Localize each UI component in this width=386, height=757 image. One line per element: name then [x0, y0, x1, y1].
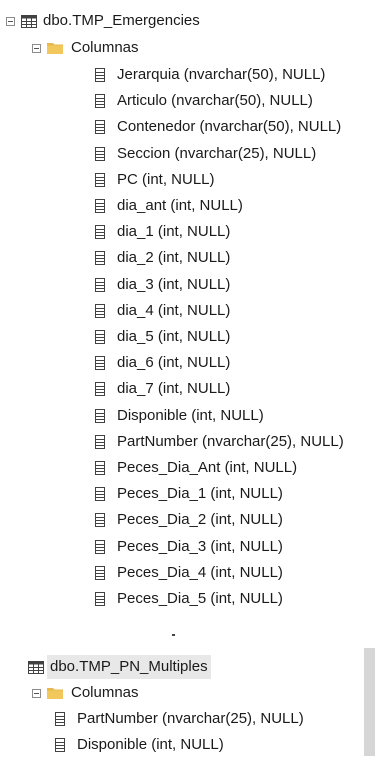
column-icon	[95, 146, 105, 161]
column-node[interactable]: Peces_Dia_3 (int, NULL)	[95, 535, 283, 559]
divider-mark	[172, 634, 175, 636]
column-label: Peces_Dia_Ant (int, NULL)	[117, 459, 298, 476]
column-label: PartNumber (nvarchar(25), NULL)	[77, 710, 304, 727]
column-node[interactable]: dia_7 (int, NULL)	[95, 377, 230, 401]
column-label: Peces_Dia_1 (int, NULL)	[117, 485, 283, 503]
column-icon	[55, 738, 65, 753]
column-node[interactable]: Articulo (nvarchar(50), NULL)	[95, 89, 313, 113]
column-node[interactable]: Contenedor (nvarchar(50), NULL)	[95, 115, 341, 139]
column-label: PartNumber (nvarchar(25), NULL)	[117, 432, 344, 450]
scrollbar[interactable]	[364, 648, 375, 756]
column-node[interactable]: PartNumber (nvarchar(25), NULL)	[95, 430, 344, 454]
column-icon	[95, 68, 105, 82]
column-icon	[95, 94, 105, 109]
column-icon	[95, 513, 105, 528]
column-icon	[95, 120, 105, 135]
folder-node-columns[interactable]: Columnas	[32, 681, 139, 705]
column-label: dia_6 (int, NULL)	[117, 354, 231, 372]
column-icon	[95, 539, 105, 554]
column-label: Peces_Dia_5 (int, NULL)	[117, 590, 283, 607]
column-label: dia_ant (int, NULL)	[117, 197, 243, 214]
column-node[interactable]: dia_1 (int, NULL)	[95, 220, 230, 244]
column-label: Peces_Dia_4 (int, NULL)	[117, 563, 283, 581]
column-node[interactable]: dia_2 (int, NULL)	[95, 246, 230, 270]
column-node[interactable]: Peces_Dia_5 (int, NULL)	[95, 587, 283, 611]
column-label: dia_5 (int, NULL)	[117, 328, 231, 345]
folder-icon	[47, 688, 63, 699]
folder-label: Columnas	[71, 39, 139, 56]
column-node[interactable]: dia_ant (int, NULL)	[95, 194, 243, 218]
column-node[interactable]: Disponible (int, NULL)	[55, 733, 224, 757]
folder-node-columns[interactable]: Columnas	[32, 36, 139, 60]
column-label: dia_4 (int, NULL)	[117, 301, 231, 319]
column-label: dia_3 (int, NULL)	[117, 275, 231, 293]
column-icon	[95, 277, 105, 292]
column-icon	[95, 356, 105, 371]
column-icon	[95, 172, 105, 187]
column-icon	[95, 225, 105, 240]
column-icon	[95, 303, 105, 318]
column-icon	[95, 487, 105, 502]
column-node[interactable]: PC (int, NULL)	[95, 168, 215, 192]
column-label: PC (int, NULL)	[117, 170, 215, 188]
column-icon	[95, 382, 105, 397]
column-node[interactable]: Peces_Dia_Ant (int, NULL)	[95, 456, 297, 480]
column-label: dia_2 (int, NULL)	[117, 249, 231, 267]
column-node[interactable]: dia_6 (int, NULL)	[95, 351, 230, 375]
column-icon	[55, 712, 65, 726]
column-label: dia_7 (int, NULL)	[117, 380, 231, 398]
folder-icon	[47, 43, 63, 54]
collapse-icon[interactable]	[32, 43, 41, 53]
table-name: dbo.TMP_PN_Multiples	[47, 655, 211, 679]
column-icon	[95, 461, 105, 475]
table-name: dbo.TMP_Emergencies	[43, 12, 200, 29]
column-icon	[95, 199, 105, 213]
column-label: Contenedor (nvarchar(50), NULL)	[117, 118, 342, 136]
column-icon	[95, 251, 105, 266]
column-node[interactable]: Peces_Dia_2 (int, NULL)	[95, 508, 283, 532]
column-node[interactable]: dia_5 (int, NULL)	[95, 325, 230, 349]
column-label: Seccion (nvarchar(25), NULL)	[117, 144, 317, 162]
column-node[interactable]: dia_4 (int, NULL)	[95, 299, 230, 323]
column-node[interactable]: Peces_Dia_4 (int, NULL)	[95, 561, 283, 585]
column-label: Disponible (int, NULL)	[77, 736, 224, 754]
column-icon	[95, 434, 105, 449]
column-label: Peces_Dia_2 (int, NULL)	[117, 511, 283, 529]
column-node[interactable]: Seccion (nvarchar(25), NULL)	[95, 142, 316, 166]
table-icon	[21, 14, 37, 28]
column-icon	[95, 408, 105, 423]
table-node-tmp-emergencies[interactable]: dbo.TMP_Emergencies	[6, 9, 200, 33]
column-node[interactable]: PartNumber (nvarchar(25), NULL)	[55, 707, 304, 731]
column-node[interactable]: Peces_Dia_1 (int, NULL)	[95, 482, 283, 506]
table-icon	[28, 660, 44, 674]
folder-label: Columnas	[71, 684, 139, 701]
column-label: Articulo (nvarchar(50), NULL)	[117, 92, 313, 110]
column-label: Disponible (int, NULL)	[117, 406, 264, 424]
column-label: Jerarquia (nvarchar(50), NULL)	[117, 66, 326, 83]
table-node-tmp-pn-multiples[interactable]: dbo.TMP_PN_Multiples	[28, 655, 211, 679]
column-icon	[95, 330, 105, 344]
column-node[interactable]: Jerarquia (nvarchar(50), NULL)	[95, 63, 325, 87]
column-node[interactable]: dia_3 (int, NULL)	[95, 273, 230, 297]
collapse-icon[interactable]	[32, 688, 41, 698]
column-icon	[95, 565, 105, 580]
column-label: dia_1 (int, NULL)	[117, 223, 231, 241]
column-label: Peces_Dia_3 (int, NULL)	[117, 537, 283, 555]
column-node[interactable]: Disponible (int, NULL)	[95, 404, 264, 428]
collapse-icon[interactable]	[6, 16, 15, 26]
column-icon	[95, 592, 105, 606]
